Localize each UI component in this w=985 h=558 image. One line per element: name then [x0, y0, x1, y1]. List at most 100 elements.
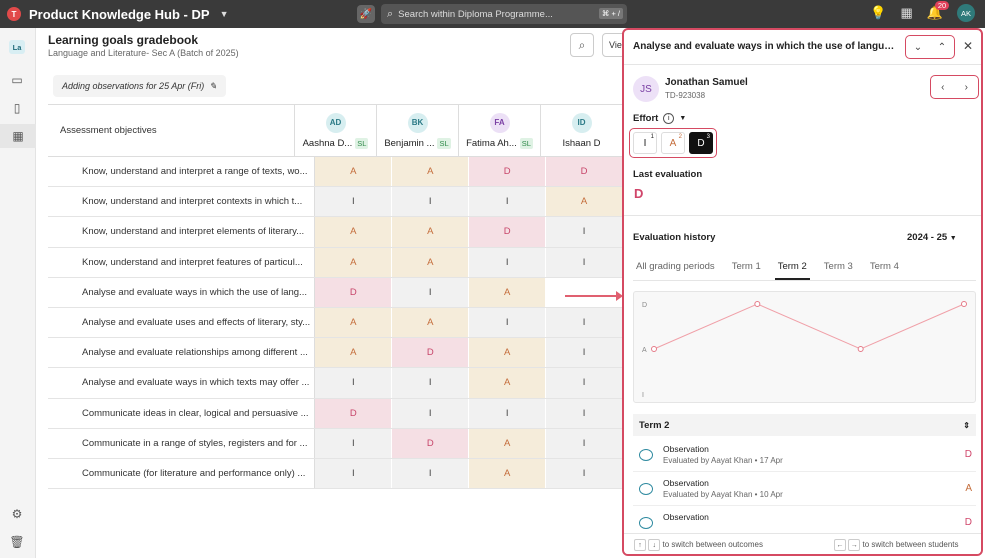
chevron-left-icon[interactable]: ‹	[941, 82, 944, 93]
objective-label[interactable]: Communicate (for literature and performa…	[48, 458, 316, 489]
grade-cell[interactable]: A	[315, 217, 393, 247]
objective-label[interactable]: Communicate in a range of styles, regist…	[48, 428, 316, 458]
grade-cell[interactable]: I	[315, 368, 393, 398]
tab-term-1[interactable]: Term 1	[729, 257, 764, 280]
info-icon[interactable]: i	[663, 113, 675, 124]
edit-icon[interactable]: ✎	[209, 81, 217, 92]
chevron-down-icon[interactable]: ▼	[220, 9, 229, 19]
tab-all-grading-periods[interactable]: All grading periods	[633, 257, 718, 280]
tab-term-4[interactable]: Term 4	[867, 257, 902, 280]
year-selector[interactable]: 2024 - 25 ▼	[907, 232, 957, 243]
close-icon[interactable]: ✕	[963, 39, 973, 53]
data-point[interactable]	[961, 301, 967, 307]
grade-cell[interactable]: I	[546, 338, 624, 368]
grade-cell[interactable]: I	[392, 398, 470, 428]
grade-cell[interactable]: D	[315, 398, 393, 428]
grade-cell[interactable]: A	[315, 338, 393, 368]
app-logo[interactable]: T	[7, 7, 21, 21]
rocket-icon[interactable]: 🚀	[357, 5, 375, 23]
tab-term-2[interactable]: Term 2	[774, 257, 810, 280]
grade-cell[interactable]: A	[469, 338, 547, 368]
collapse-icon[interactable]: ⇕	[963, 421, 970, 430]
grade-cell[interactable]: I	[546, 398, 624, 428]
grade-cell[interactable]: A	[315, 247, 393, 277]
tab-term-3[interactable]: Term 3	[821, 257, 856, 280]
objective-label[interactable]: Know, understand and interpret elements …	[48, 217, 316, 247]
grade-cell[interactable]: I	[469, 307, 547, 338]
effort-option-i[interactable]: I1	[633, 132, 657, 154]
objective-label[interactable]: Know, understand and interpret features …	[48, 247, 316, 277]
term-section-header[interactable]: Term 2 ⇕	[633, 414, 976, 436]
grade-cell[interactable]: I	[469, 187, 547, 217]
data-point[interactable]	[651, 346, 657, 352]
grade-cell[interactable]: A	[546, 187, 624, 217]
student-column-header[interactable]: BK Benjamin ... SL	[377, 105, 459, 156]
student-column-header[interactable]: ID Ishaan D	[541, 105, 623, 156]
grade-cell[interactable]: I	[546, 368, 624, 398]
observation-date-chip[interactable]: Adding observations for 25 Apr (Fri) ✎	[53, 75, 226, 97]
calendar-icon[interactable]: ▦	[901, 5, 913, 21]
grade-cell[interactable]: A	[315, 157, 393, 187]
chevron-up-icon[interactable]: ⌃	[938, 42, 946, 53]
grade-cell[interactable]: I	[392, 277, 470, 307]
grade-cell[interactable]: A	[392, 307, 470, 338]
data-point[interactable]	[754, 301, 761, 307]
grade-cell[interactable]: D	[392, 338, 470, 368]
objective-label[interactable]: Analyse and evaluate ways in which texts…	[48, 368, 316, 398]
user-avatar[interactable]: AK	[957, 4, 975, 22]
grade-cell[interactable]: A	[315, 307, 393, 338]
observation-item[interactable]: Observation Evaluated by Aayat Khan • 10 …	[633, 473, 976, 506]
settings-icon[interactable]: ⚙	[9, 506, 25, 522]
grade-cell[interactable]: I	[546, 217, 624, 247]
grade-cell[interactable]: D	[546, 157, 624, 187]
objective-label[interactable]: Communicate ideas in clear, logical and …	[48, 398, 316, 428]
gradebook-icon[interactable]: ▦	[0, 124, 36, 148]
app-title[interactable]: Product Knowledge Hub - DP	[29, 7, 210, 22]
chevron-right-icon[interactable]: ›	[965, 82, 968, 93]
grade-cell[interactable]: I	[546, 428, 624, 458]
student-column-header[interactable]: AD Aashna D... SL	[295, 105, 377, 156]
objective-label[interactable]: Analyse and evaluate uses and effects of…	[48, 307, 316, 338]
lightbulb-icon[interactable]: 💡	[870, 5, 886, 21]
search-button[interactable]: ⌕	[570, 33, 594, 57]
grade-cell[interactable]: A	[469, 428, 547, 458]
grade-cell[interactable]	[546, 277, 624, 307]
bell-icon[interactable]: 🔔 20	[927, 1, 950, 21]
effort-option-a[interactable]: A2	[661, 132, 685, 154]
grade-cell[interactable]: I	[546, 247, 624, 277]
grade-cell[interactable]: I	[315, 187, 393, 217]
objective-label[interactable]: Analyse and evaluate relationships among…	[48, 338, 316, 368]
grade-cell[interactable]: I	[392, 368, 470, 398]
course-badge[interactable]: La	[9, 40, 25, 54]
chevron-down-icon[interactable]: ⌄	[914, 42, 922, 53]
grade-cell[interactable]: A	[392, 217, 470, 247]
grade-cell[interactable]: I	[546, 458, 624, 489]
grade-cell[interactable]: A	[392, 247, 470, 277]
grade-cell[interactable]: A	[392, 157, 470, 187]
grade-cell[interactable]: D	[469, 217, 547, 247]
book-icon[interactable]: ▯	[9, 100, 25, 116]
grade-cell[interactable]: I	[392, 187, 470, 217]
chat-icon[interactable]: ▭	[9, 72, 25, 88]
grade-cell[interactable]: I	[469, 247, 547, 277]
objective-label[interactable]: Analyse and evaluate ways in which the u…	[48, 277, 316, 307]
grade-cell[interactable]: D	[315, 277, 393, 307]
trash-icon[interactable]: 🗑	[9, 534, 25, 550]
grade-cell[interactable]: I	[546, 307, 624, 338]
observation-item[interactable]: Observation Evaluated by Aayat Khan • 17 …	[633, 439, 976, 472]
grade-cell[interactable]: D	[469, 157, 547, 187]
objective-label[interactable]: Know, understand and interpret a range o…	[48, 157, 316, 187]
grade-cell[interactable]: I	[392, 458, 470, 489]
grade-cell[interactable]: A	[469, 277, 547, 307]
global-search[interactable]: ⌕ Search within Diploma Programme... ⌘ +…	[381, 4, 627, 24]
caret-down-icon[interactable]: ▼	[679, 115, 686, 122]
objective-label[interactable]: Know, understand and interpret contexts …	[48, 187, 316, 217]
effort-option-d[interactable]: D3	[689, 132, 713, 154]
grade-cell[interactable]: D	[392, 428, 470, 458]
grade-cell[interactable]: I	[469, 398, 547, 428]
grade-cell[interactable]: A	[469, 368, 547, 398]
data-point[interactable]	[857, 346, 864, 352]
grade-cell[interactable]: I	[315, 458, 393, 489]
grade-cell[interactable]: A	[469, 458, 547, 489]
grade-cell[interactable]: I	[315, 428, 393, 458]
